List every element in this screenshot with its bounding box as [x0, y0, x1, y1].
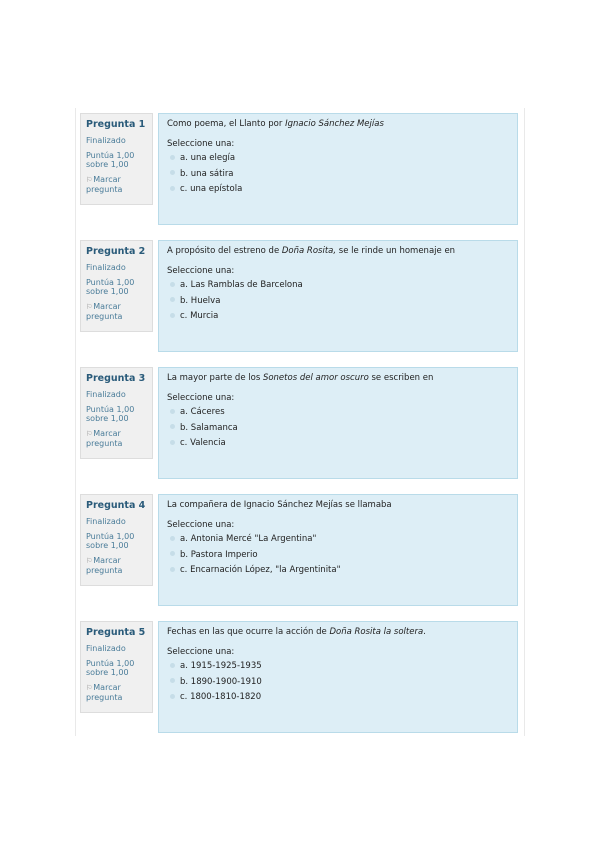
flag-icon: ⚐ [86, 429, 93, 438]
flag-icon: ⚐ [86, 175, 93, 184]
question-grade: Puntúa 1,00 sobre 1,00 [86, 658, 135, 678]
radio-button[interactable] [170, 185, 175, 191]
question-state: Finalizado [86, 644, 126, 653]
radio-button[interactable] [170, 535, 175, 541]
answer-option[interactable]: c. Murcia [167, 309, 509, 325]
question-number: Pregunta 2 [86, 246, 146, 257]
question-info: Pregunta 1 Finalizado Puntúa 1,00 sobre … [80, 113, 153, 205]
radio-button[interactable] [170, 551, 175, 556]
radio-button[interactable] [170, 566, 175, 572]
question-content: Como poema, el Llanto por Ignacio Sánche… [158, 113, 518, 225]
answer-option[interactable]: a. Antonia Mercé "La Argentina" [167, 532, 509, 548]
radio-button[interactable] [170, 439, 175, 445]
question-state: Finalizado [86, 136, 126, 145]
flag-question-link[interactable]: ⚐Marcar pregunta [86, 175, 147, 195]
answer-prompt: Seleccione una: [167, 647, 235, 657]
answer-prompt: Seleccione una: [167, 520, 235, 530]
question-info: Pregunta 2 Finalizado Puntúa 1,00 sobre … [80, 240, 153, 332]
page-border-right [524, 108, 525, 736]
page-border-left [75, 108, 76, 736]
answer-option[interactable]: b. una sátira [167, 167, 509, 183]
question-4: Pregunta 4 Finalizado Puntúa 1,00 sobre … [80, 494, 520, 607]
answer-list: a. una elegía b. una sátira c. una epíst… [167, 151, 509, 198]
answer-option[interactable]: a. una elegía [167, 151, 509, 167]
quiz-review: Pregunta 1 Finalizado Puntúa 1,00 sobre … [80, 113, 520, 748]
flag-question-link[interactable]: ⚐Marcar pregunta [86, 429, 147, 449]
answer-option[interactable]: c. Valencia [167, 436, 509, 452]
question-grade: Puntúa 1,00 sobre 1,00 [86, 150, 135, 170]
answer-prompt: Seleccione una: [167, 266, 235, 276]
question-grade: Puntúa 1,00 sobre 1,00 [86, 404, 135, 424]
radio-button[interactable] [170, 424, 175, 429]
question-number: Pregunta 1 [86, 119, 146, 130]
answer-option[interactable]: b. Salamanca [167, 421, 509, 437]
radio-button[interactable] [170, 154, 175, 160]
question-content: A propósito del estreno de Doña Rosita, … [158, 240, 518, 352]
flag-question-link[interactable]: ⚐Marcar pregunta [86, 683, 147, 703]
question-content: La compañera de Ignacio Sánchez Mejías s… [158, 494, 518, 606]
answer-list: a. Las Ramblas de Barcelona b. Huelva c.… [167, 278, 509, 325]
radio-button[interactable] [170, 408, 175, 414]
answer-list: a. Cáceres b. Salamanca c. Valencia [167, 405, 509, 452]
radio-button[interactable] [170, 297, 175, 302]
flag-icon: ⚐ [86, 302, 93, 311]
question-text: A propósito del estreno de Doña Rosita, … [167, 246, 456, 256]
radio-button[interactable] [170, 678, 175, 683]
flag-icon: ⚐ [86, 683, 93, 692]
answer-option[interactable]: b. Huelva [167, 294, 509, 310]
question-number: Pregunta 4 [86, 500, 146, 511]
question-2: Pregunta 2 Finalizado Puntúa 1,00 sobre … [80, 240, 520, 353]
flag-question-link[interactable]: ⚐Marcar pregunta [86, 302, 147, 322]
radio-button[interactable] [170, 312, 175, 318]
answer-option[interactable]: c. Encarnación López, "la Argentinita" [167, 563, 509, 579]
radio-button[interactable] [170, 170, 175, 175]
question-text: La compañera de Ignacio Sánchez Mejías s… [167, 500, 392, 510]
question-state: Finalizado [86, 390, 126, 399]
question-info: Pregunta 3 Finalizado Puntúa 1,00 sobre … [80, 367, 153, 459]
question-info: Pregunta 5 Finalizado Puntúa 1,00 sobre … [80, 621, 153, 713]
radio-button[interactable] [170, 281, 175, 287]
question-content: La mayor parte de los Sonetos del amor o… [158, 367, 518, 479]
radio-button[interactable] [170, 662, 175, 668]
answer-option[interactable]: b. 1890-1900-1910 [167, 675, 509, 691]
answer-option[interactable]: a. Cáceres [167, 405, 509, 421]
answer-option[interactable]: c. 1800-1810-1820 [167, 690, 509, 706]
question-number: Pregunta 5 [86, 627, 146, 638]
question-1: Pregunta 1 Finalizado Puntúa 1,00 sobre … [80, 113, 520, 226]
question-text: Fechas en las que ocurre la acción de Do… [167, 627, 426, 637]
answer-list: a. Antonia Mercé "La Argentina" b. Pasto… [167, 532, 509, 579]
question-text: La mayor parte de los Sonetos del amor o… [167, 373, 434, 383]
question-grade: Puntúa 1,00 sobre 1,00 [86, 531, 135, 551]
answer-prompt: Seleccione una: [167, 139, 235, 149]
question-state: Finalizado [86, 263, 126, 272]
answer-list: a. 1915-1925-1935 b. 1890-1900-1910 c. 1… [167, 659, 509, 706]
flag-question-link[interactable]: ⚐Marcar pregunta [86, 556, 147, 576]
question-info: Pregunta 4 Finalizado Puntúa 1,00 sobre … [80, 494, 153, 586]
radio-button[interactable] [170, 693, 175, 699]
question-content: Fechas en las que ocurre la acción de Do… [158, 621, 518, 733]
answer-option[interactable]: a. 1915-1925-1935 [167, 659, 509, 675]
question-text: Como poema, el Llanto por Ignacio Sánche… [167, 119, 384, 129]
question-state: Finalizado [86, 517, 126, 526]
question-5: Pregunta 5 Finalizado Puntúa 1,00 sobre … [80, 621, 520, 734]
answer-prompt: Seleccione una: [167, 393, 235, 403]
answer-option[interactable]: c. una epístola [167, 182, 509, 198]
flag-icon: ⚐ [86, 556, 93, 565]
answer-option[interactable]: b. Pastora Imperio [167, 548, 509, 564]
question-number: Pregunta 3 [86, 373, 146, 384]
question-3: Pregunta 3 Finalizado Puntúa 1,00 sobre … [80, 367, 520, 480]
question-grade: Puntúa 1,00 sobre 1,00 [86, 277, 135, 297]
answer-option[interactable]: a. Las Ramblas de Barcelona [167, 278, 509, 294]
